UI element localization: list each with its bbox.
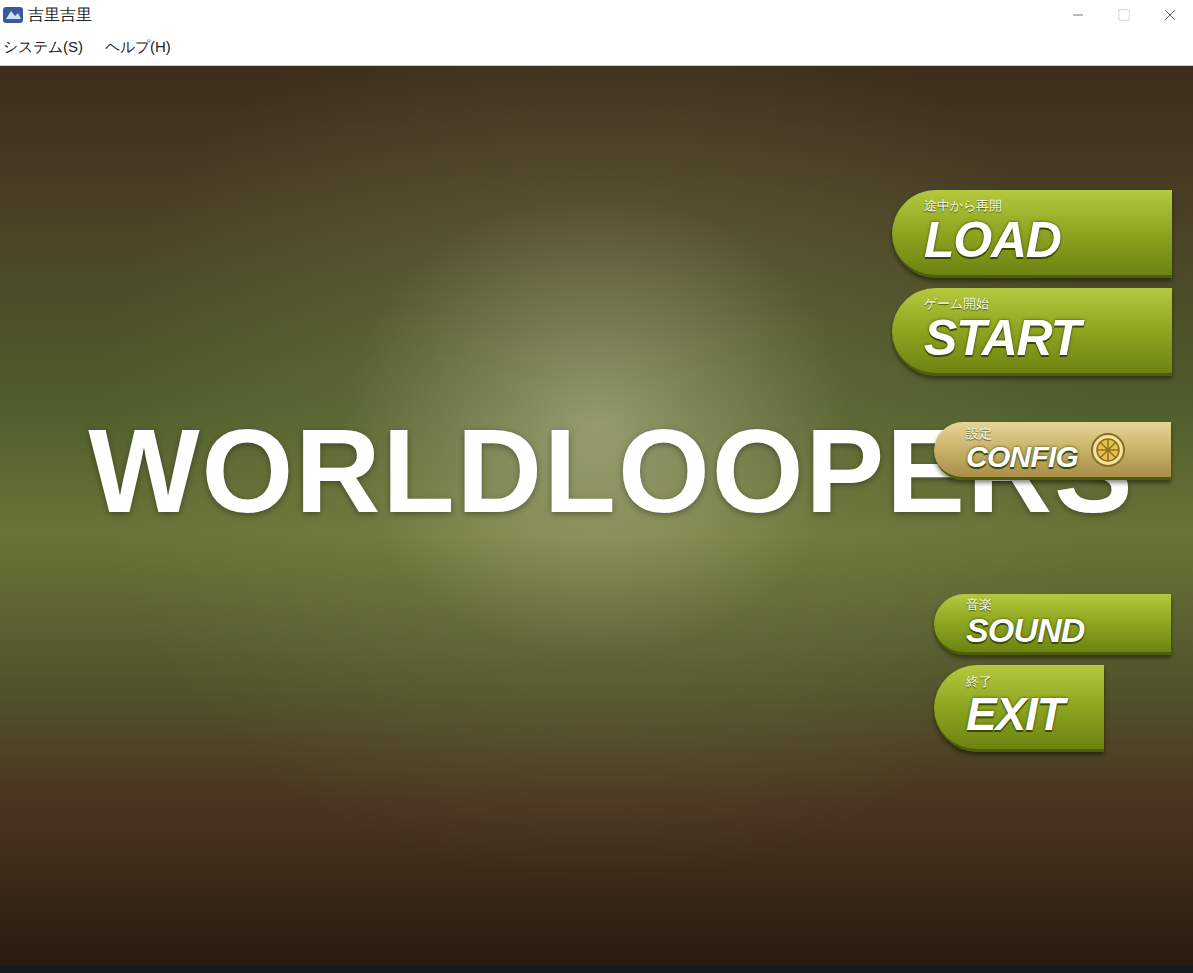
bottom-strip xyxy=(0,965,1193,973)
menu-button[interactable]: 音楽SOUND xyxy=(934,594,1171,655)
app-icon xyxy=(2,5,24,25)
menu-button[interactable]: ゲーム開始START xyxy=(892,288,1172,376)
button-caption: 終了 xyxy=(966,675,1064,689)
button-column: 途中から再開LOAD ゲーム開始START 設定CONFIG 音楽SOUND 終了EXI… xyxy=(892,66,1193,965)
minimize-button[interactable] xyxy=(1055,0,1101,30)
wheel-icon xyxy=(1090,432,1126,468)
maximize-icon xyxy=(1117,8,1131,22)
menu-button[interactable]: 設定CONFIG xyxy=(934,422,1171,480)
menu-button[interactable]: 終了EXIT xyxy=(934,665,1104,752)
button-caption: 途中から再開 xyxy=(924,199,1061,213)
title-bar: 吉里吉里 xyxy=(0,0,1193,30)
window-title: 吉里吉里 xyxy=(28,3,92,27)
menu-bar: システム(S) ヘルプ(H) xyxy=(0,30,1193,66)
menu-item[interactable]: システム(S) xyxy=(0,36,86,59)
button-label: CONFIG xyxy=(966,441,1078,473)
menu-button[interactable]: 途中から再開LOAD xyxy=(892,190,1172,278)
menu-item[interactable]: ヘルプ(H) xyxy=(102,36,174,59)
minimize-icon xyxy=(1070,7,1086,23)
app-window: 吉里吉里システム(S)ヘルプ(H)WORLDLOOPERS途中から再開LOADゲ… xyxy=(0,0,1193,973)
button-label: SOUND xyxy=(966,612,1085,648)
button-label: LOAD xyxy=(924,213,1061,267)
game-screen: WORLDLOOPERS途中から再開LOADゲーム開始START設定CONFIG… xyxy=(0,66,1193,965)
button-label: EXIT xyxy=(966,689,1064,739)
button-label: START xyxy=(924,311,1080,365)
maximize-button[interactable] xyxy=(1101,0,1147,30)
button-caption: 音楽 xyxy=(966,598,1085,612)
close-button[interactable] xyxy=(1147,0,1193,30)
button-caption: ゲーム開始 xyxy=(924,297,1080,311)
button-caption: 設定 xyxy=(966,427,1078,441)
close-icon xyxy=(1161,6,1179,24)
